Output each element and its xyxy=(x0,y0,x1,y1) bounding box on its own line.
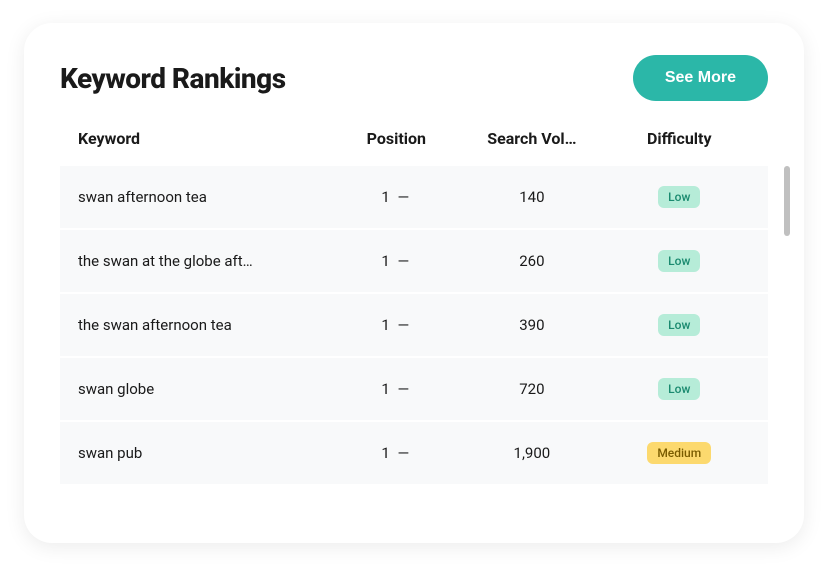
table-row[interactable]: swan globe 1 — 720 Low xyxy=(60,358,768,420)
col-search-vol: Search Vol… xyxy=(455,129,608,148)
cell-difficulty: Low xyxy=(609,250,750,272)
cell-position: 1 — xyxy=(337,188,455,206)
scrollbar-track[interactable] xyxy=(784,166,790,484)
keyword-rankings-card: Keyword Rankings See More Keyword Positi… xyxy=(24,23,804,543)
page-title: Keyword Rankings xyxy=(60,62,286,95)
col-difficulty: Difficulty xyxy=(609,129,750,148)
col-position: Position xyxy=(337,129,455,148)
cell-keyword: swan pub xyxy=(78,444,337,462)
cell-position: 1 — xyxy=(337,444,455,462)
cell-keyword: swan afternoon tea xyxy=(78,188,337,206)
table-row[interactable]: swan pub 1 — 1,900 Medium xyxy=(60,422,768,484)
cell-search-vol: 140 xyxy=(455,188,608,206)
cell-position: 1 — xyxy=(337,380,455,398)
cell-difficulty: Medium xyxy=(609,442,750,464)
table-row[interactable]: swan afternoon tea 1 — 140 Low xyxy=(60,166,768,228)
difficulty-badge: Low xyxy=(658,378,700,400)
cell-search-vol: 1,900 xyxy=(455,444,608,462)
card-header: Keyword Rankings See More xyxy=(60,55,768,101)
scrollbar-thumb[interactable] xyxy=(784,166,790,236)
table-row[interactable]: the swan at the globe aft… 1 — 260 Low xyxy=(60,230,768,292)
cell-difficulty: Low xyxy=(609,378,750,400)
table-row[interactable]: the swan afternoon tea 1 — 390 Low xyxy=(60,294,768,356)
cell-difficulty: Low xyxy=(609,314,750,336)
cell-keyword: the swan afternoon tea xyxy=(78,316,337,334)
cell-position: 1 — xyxy=(337,252,455,270)
difficulty-badge: Low xyxy=(658,250,700,272)
difficulty-badge: Low xyxy=(658,186,700,208)
cell-keyword: the swan at the globe aft… xyxy=(78,252,337,270)
cell-keyword: swan globe xyxy=(78,380,337,398)
col-keyword: Keyword xyxy=(78,129,337,148)
cell-search-vol: 260 xyxy=(455,252,608,270)
table-body: swan afternoon tea 1 — 140 Low the swan … xyxy=(60,166,768,484)
rankings-table: Keyword Position Search Vol… Difficulty … xyxy=(60,129,768,484)
difficulty-badge: Medium xyxy=(647,442,711,464)
cell-search-vol: 720 xyxy=(455,380,608,398)
cell-search-vol: 390 xyxy=(455,316,608,334)
cell-position: 1 — xyxy=(337,316,455,334)
cell-difficulty: Low xyxy=(609,186,750,208)
table-header-row: Keyword Position Search Vol… Difficulty xyxy=(60,129,768,166)
difficulty-badge: Low xyxy=(658,314,700,336)
see-more-button[interactable]: See More xyxy=(633,55,768,101)
